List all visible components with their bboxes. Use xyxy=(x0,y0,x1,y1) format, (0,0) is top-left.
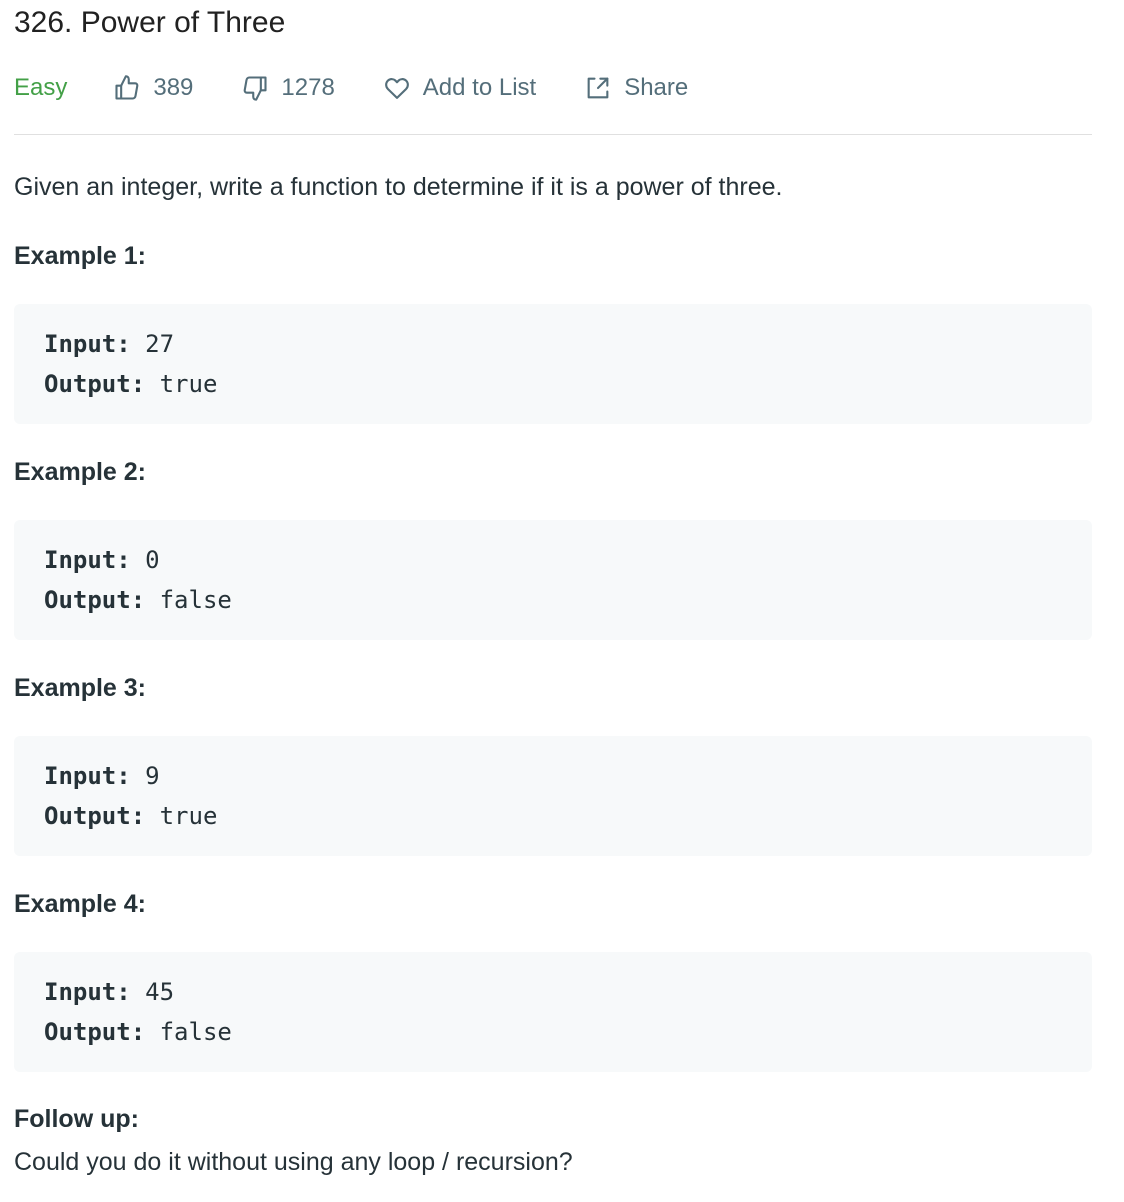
output-value: true xyxy=(159,370,218,398)
output-value: true xyxy=(159,802,218,830)
input-label: Input: xyxy=(44,978,131,1006)
dislike-count: 1278 xyxy=(281,74,335,101)
example-output-line: Output: true xyxy=(44,364,1062,404)
input-value: 27 xyxy=(145,330,175,358)
dislike-button[interactable]: 1278 xyxy=(241,74,335,102)
output-label: Output: xyxy=(44,802,146,830)
header-divider xyxy=(14,134,1092,135)
example-heading: Example 4: xyxy=(14,890,147,918)
example-input-line: Input: 27 xyxy=(44,324,1062,364)
like-button[interactable]: 389 xyxy=(113,74,193,102)
example-output-line: Output: false xyxy=(44,1012,1062,1052)
output-label: Output: xyxy=(44,370,146,398)
example-heading: Example 1: xyxy=(14,242,147,270)
share-label: Share xyxy=(624,74,689,101)
input-label: Input: xyxy=(44,546,131,574)
input-value: 45 xyxy=(145,978,175,1006)
input-label: Input: xyxy=(44,762,131,790)
heart-icon xyxy=(384,78,409,99)
example-code-block: Input: 45 Output: false xyxy=(14,952,1092,1072)
example-input-line: Input: 9 xyxy=(44,756,1062,796)
example-output-line: Output: true xyxy=(44,796,1062,836)
input-value: 9 xyxy=(145,762,160,790)
example-input-line: Input: 45 xyxy=(44,972,1062,1012)
like-count: 389 xyxy=(153,74,194,101)
follow-up-text: Could you do it without using any loop /… xyxy=(14,1148,573,1176)
add-to-list-button[interactable]: Add to List xyxy=(383,74,536,102)
problem-meta-bar: Easy 389 1278 Add to List Share xyxy=(14,70,736,106)
output-value: false xyxy=(159,1018,232,1046)
example-code-block: Input: 0 Output: false xyxy=(14,520,1092,640)
example-code-block: Input: 27 Output: true xyxy=(14,304,1092,424)
example-code-block: Input: 9 Output: true xyxy=(14,736,1092,856)
output-value: false xyxy=(159,586,232,614)
example-heading: Example 3: xyxy=(14,674,147,702)
share-button[interactable]: Share xyxy=(584,74,688,102)
example-output-line: Output: false xyxy=(44,580,1062,620)
example-input-line: Input: 0 xyxy=(44,540,1062,580)
follow-up-heading: Follow up: xyxy=(14,1105,139,1133)
difficulty-badge: Easy xyxy=(14,74,68,101)
output-label: Output: xyxy=(44,586,146,614)
input-label: Input: xyxy=(44,330,131,358)
example-heading: Example 2: xyxy=(14,458,147,486)
share-icon xyxy=(587,77,609,99)
input-value: 0 xyxy=(145,546,160,574)
problem-title: 326. Power of Three xyxy=(14,6,286,39)
output-label: Output: xyxy=(44,1018,146,1046)
add-to-list-label: Add to List xyxy=(422,74,537,101)
problem-description: Given an integer, write a function to de… xyxy=(14,173,783,201)
thumbs-up-icon xyxy=(115,75,139,100)
thumbs-down-icon xyxy=(244,76,267,101)
